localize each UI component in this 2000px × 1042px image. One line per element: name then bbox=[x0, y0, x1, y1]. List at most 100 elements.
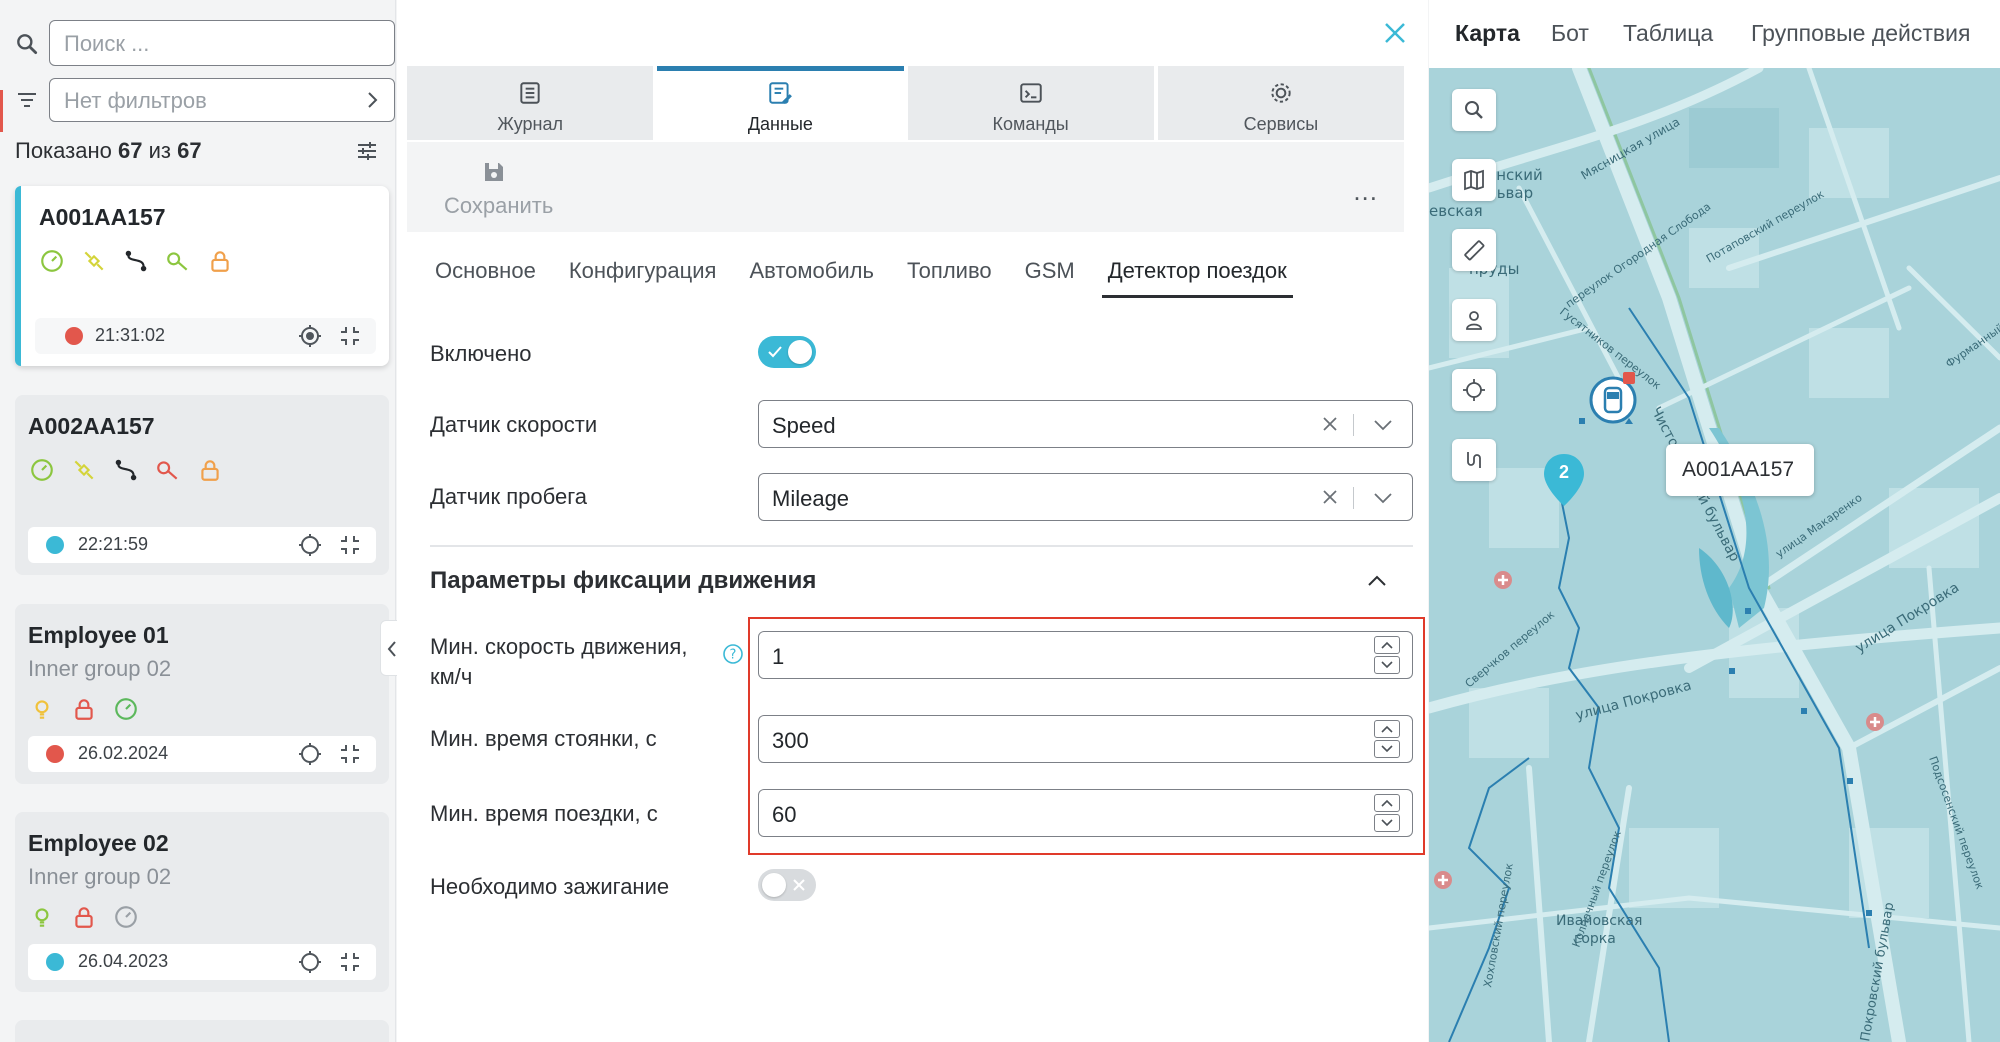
locate-on-map-icon[interactable] bbox=[298, 742, 322, 766]
clear-icon[interactable] bbox=[1320, 414, 1340, 434]
unit-status-bar: 26.02.2024 bbox=[28, 736, 376, 772]
min-speed-input[interactable]: 1 bbox=[758, 631, 1413, 679]
decrement-button[interactable] bbox=[1374, 656, 1400, 674]
vehicle-marker-icon[interactable] bbox=[1587, 370, 1643, 426]
subtab-basic[interactable]: Основное bbox=[435, 258, 536, 294]
locate-on-map-icon[interactable] bbox=[298, 950, 322, 974]
min-trip-stepper bbox=[1374, 794, 1400, 832]
locate-on-map-icon[interactable] bbox=[298, 324, 322, 348]
collapse-icon[interactable] bbox=[338, 950, 362, 974]
last-message-time: 26.02.2024 bbox=[78, 743, 169, 763]
units-list-panel: Поиск ... Нет фильтров Показано 67 из 67… bbox=[0, 0, 402, 1042]
map-layers-button[interactable] bbox=[1452, 159, 1496, 201]
unit-icons bbox=[29, 696, 139, 722]
min-trip-value: 60 bbox=[772, 802, 797, 827]
increment-button[interactable] bbox=[1374, 720, 1400, 738]
list-settings-icon[interactable] bbox=[354, 139, 380, 163]
tab-bot[interactable]: Бот bbox=[1551, 20, 1589, 47]
unit-status-bar: 26.04.2023 bbox=[28, 944, 376, 980]
filter-select[interactable]: Нет фильтров bbox=[49, 78, 395, 122]
unit-name: A001AA157 bbox=[39, 204, 166, 230]
map-tracks-button[interactable] bbox=[1452, 439, 1496, 481]
clear-icon[interactable] bbox=[1320, 487, 1340, 507]
subtab-gsm[interactable]: GSM bbox=[1025, 258, 1075, 294]
map-tiles: Мясницкая улица етенский бульвар евская … bbox=[1429, 68, 2000, 1042]
chevron-down-icon[interactable] bbox=[1372, 487, 1394, 509]
toggle-knob bbox=[788, 340, 812, 364]
unit-name: Employee 02 bbox=[28, 830, 169, 856]
decrement-button[interactable] bbox=[1374, 814, 1400, 832]
chevron-down-icon bbox=[1381, 745, 1393, 753]
unit-name: A002AA157 bbox=[28, 413, 155, 439]
tab-journal[interactable]: Журнал bbox=[407, 66, 654, 140]
last-message-time: 21:31:02 bbox=[95, 325, 166, 345]
street-label-2: евская bbox=[1429, 202, 1483, 220]
ignition-toggle[interactable] bbox=[758, 869, 816, 901]
locate-on-map-icon[interactable] bbox=[298, 533, 322, 557]
min-stop-input[interactable]: 300 bbox=[758, 715, 1413, 763]
unit-card[interactable]: Employee 01 Inner group 02 26.02.2024 bbox=[15, 604, 389, 784]
tab-group-actions[interactable]: Групповые действия bbox=[1751, 20, 1970, 47]
collapse-icon[interactable] bbox=[338, 324, 362, 348]
subtab-configuration[interactable]: Конфигурация bbox=[569, 258, 717, 294]
subtab-trip-detector[interactable]: Детектор поездок bbox=[1101, 258, 1293, 298]
alert-stripe bbox=[0, 90, 3, 132]
search-input[interactable]: Поиск ... bbox=[49, 20, 395, 66]
last-message-time: 26.04.2023 bbox=[78, 951, 169, 971]
tab-data[interactable]: Данные bbox=[657, 66, 904, 140]
unit-icons bbox=[29, 904, 139, 930]
enabled-toggle[interactable] bbox=[758, 336, 816, 368]
close-icon[interactable] bbox=[1380, 18, 1410, 48]
map-geozone-button[interactable] bbox=[1452, 299, 1496, 341]
map-search-button[interactable] bbox=[1452, 89, 1496, 131]
map-tabs: Карта Бот Таблица Групповые действия bbox=[1429, 0, 2000, 68]
increment-button[interactable] bbox=[1374, 794, 1400, 812]
unit-status-bar: 22:21:59 bbox=[28, 527, 376, 563]
route-icon bbox=[125, 250, 147, 272]
help-icon[interactable]: ? bbox=[722, 643, 744, 665]
map-locate-button[interactable] bbox=[1452, 369, 1496, 411]
search-icon bbox=[1465, 101, 1483, 119]
unit-card[interactable] bbox=[15, 1020, 389, 1042]
data-icon bbox=[769, 82, 793, 104]
chevron-up-icon[interactable] bbox=[1364, 568, 1390, 594]
lock-icon bbox=[211, 251, 229, 272]
chevron-up-icon bbox=[1381, 799, 1393, 807]
tab-commands[interactable]: Команды bbox=[907, 66, 1154, 140]
speed-sensor-select[interactable]: Speed bbox=[758, 400, 1413, 448]
mileage-sensor-select[interactable]: Mileage bbox=[758, 473, 1413, 521]
save-label: Сохранить bbox=[444, 193, 554, 218]
min-speed-stepper bbox=[1374, 636, 1400, 674]
chevron-down-icon bbox=[1381, 819, 1393, 827]
unit-card[interactable]: A001AA157 21:31:02 bbox=[15, 186, 389, 366]
shown-prefix: Показано bbox=[15, 138, 112, 163]
save-button[interactable]: Сохранить bbox=[444, 160, 554, 219]
enabled-label: Включено bbox=[430, 341, 532, 366]
unit-card[interactable]: Employee 02 Inner group 02 26.04.2023 bbox=[15, 812, 389, 992]
unit-card[interactable]: A002AA157 22:21:59 bbox=[15, 395, 389, 575]
properties-toolbar: Сохранить ... bbox=[407, 142, 1404, 232]
tab-map[interactable]: Карта bbox=[1455, 20, 1520, 47]
save-icon bbox=[485, 163, 503, 181]
unit-icons bbox=[29, 457, 223, 483]
map-canvas[interactable]: Мясницкая улица етенский бульвар евская … bbox=[1429, 68, 2000, 1042]
unit-properties-panel: Журнал Данные Команды Сервисы Сохранить … bbox=[397, 0, 1428, 1042]
more-options-button[interactable]: ... bbox=[1353, 176, 1378, 207]
key-icon bbox=[167, 252, 188, 271]
route-icon bbox=[115, 459, 137, 481]
map-measure-button[interactable] bbox=[1452, 229, 1496, 271]
collapse-icon[interactable] bbox=[338, 742, 362, 766]
subtab-vehicle[interactable]: Автомобиль bbox=[749, 258, 874, 294]
track-icon bbox=[1467, 452, 1481, 468]
services-gear-icon bbox=[1271, 83, 1291, 103]
collapse-icon[interactable] bbox=[338, 533, 362, 557]
tab-services[interactable]: Сервисы bbox=[1157, 66, 1404, 140]
min-trip-input[interactable]: 60 bbox=[758, 789, 1413, 837]
ignition-label: Необходимо зажигание bbox=[430, 874, 670, 899]
decrement-button[interactable] bbox=[1374, 740, 1400, 758]
subtab-fuel[interactable]: Топливо bbox=[907, 258, 992, 294]
increment-button[interactable] bbox=[1374, 636, 1400, 654]
chevron-down-icon[interactable] bbox=[1372, 414, 1394, 436]
tab-table[interactable]: Таблица bbox=[1623, 20, 1713, 47]
terminal-icon bbox=[1019, 83, 1042, 103]
